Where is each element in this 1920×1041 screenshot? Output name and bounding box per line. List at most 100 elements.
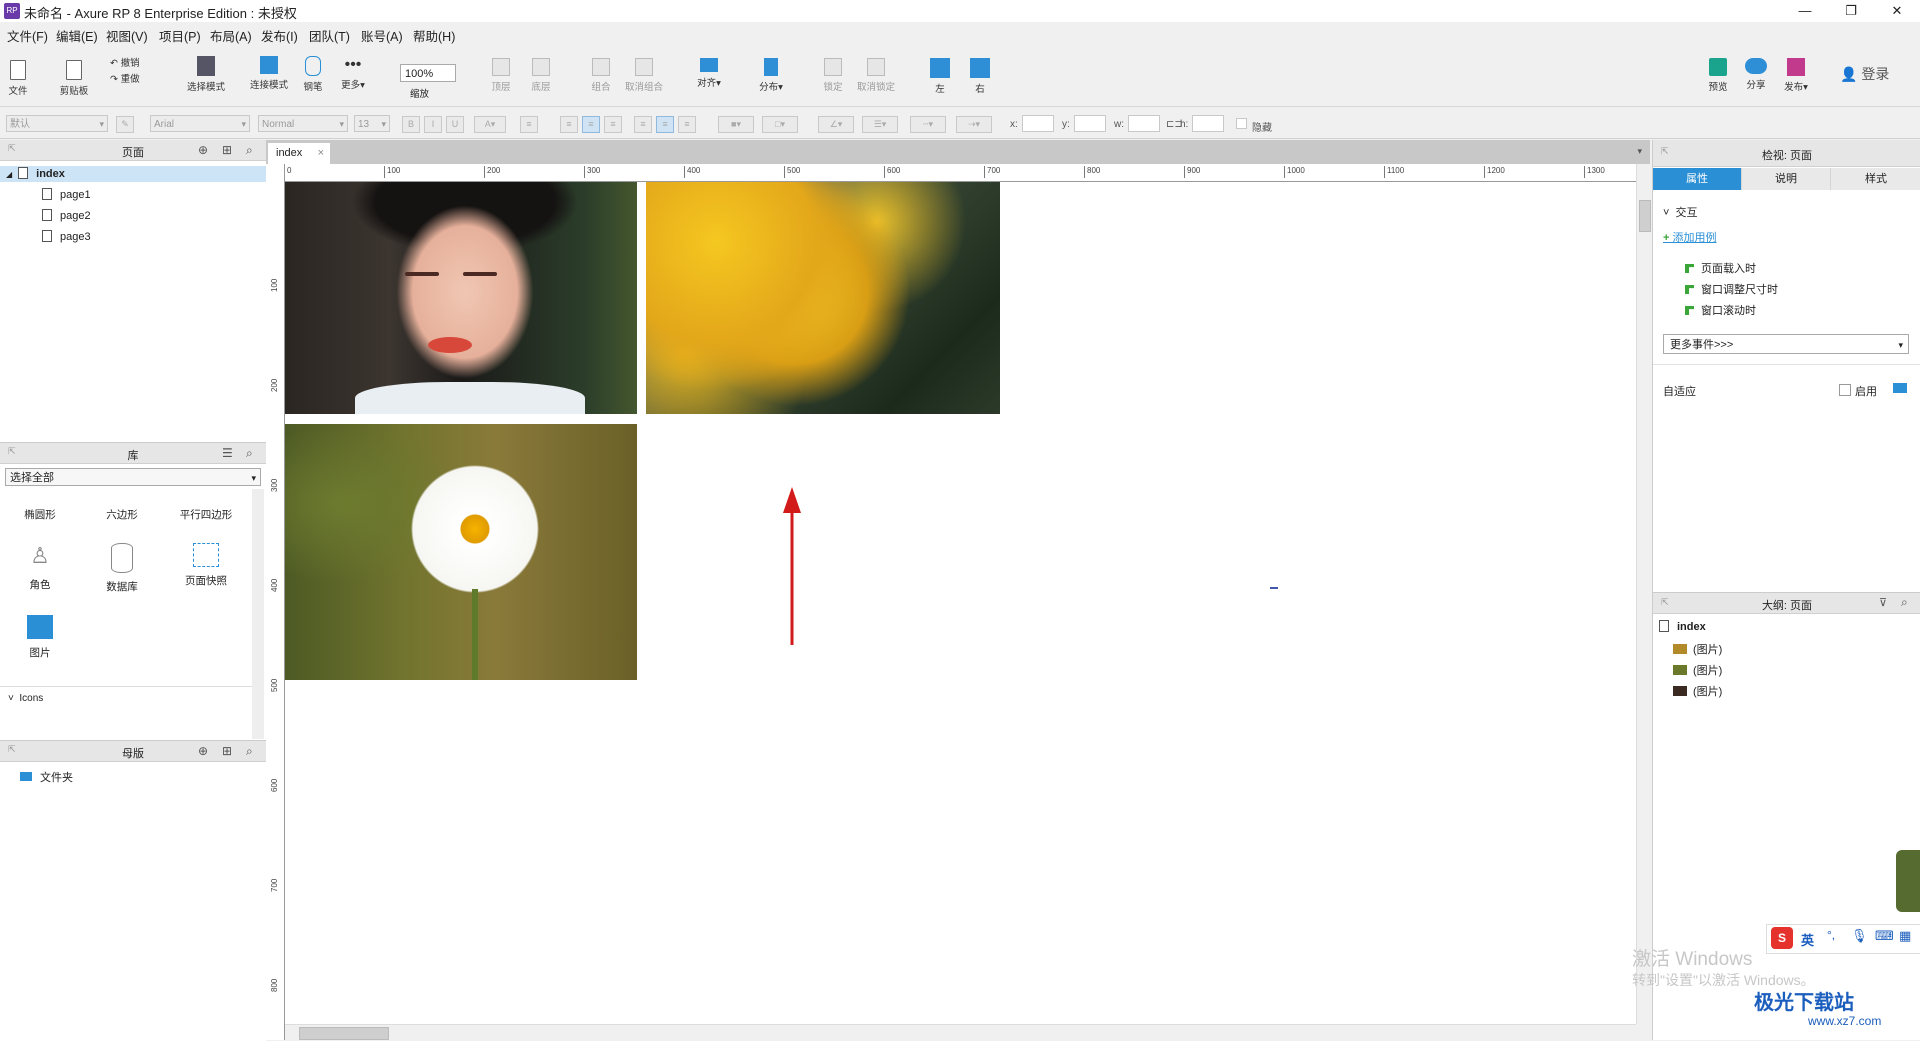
distribute-button[interactable]: 分布▾ [756,58,786,93]
scroll-thumb[interactable] [299,1027,389,1040]
menu-publish[interactable]: 发布(I) [261,26,298,45]
shadow-icon[interactable]: □▾ [762,116,798,133]
line-width-icon[interactable]: ☰▾ [862,116,898,133]
ime-toolbar[interactable]: S 英 °, 🎙 ⌨ ▦ [1766,924,1920,954]
page-tree-item[interactable]: page2 [42,209,91,222]
add-case-link[interactable]: + 添加用例 [1663,229,1716,245]
valign-bottom-icon[interactable]: ≡ [678,116,696,133]
more-button[interactable]: ••• 更多▾ [338,56,368,91]
tab-style[interactable]: 样式 [1831,168,1920,190]
library-select[interactable]: 选择全部 ▾ [5,468,261,486]
share-button[interactable]: 分享 [1742,58,1770,91]
search-icon[interactable]: ⌕ [246,744,253,759]
maximize-icon[interactable]: ❐ [1828,0,1874,22]
menu-help[interactable]: 帮助(H) [413,26,455,45]
scroll-thumb[interactable] [1639,200,1651,232]
undo-button[interactable]: ↶ 撤销 [110,55,150,69]
icons-section-header[interactable]: ˅ Icons [8,693,43,704]
style-select[interactable]: 默认 [6,115,108,133]
arrow-style-icon[interactable]: ⇢▾ [956,116,992,133]
line-style-icon[interactable]: ┄▾ [910,116,946,133]
library-item-snapshot[interactable]: 页面快照 [164,543,248,588]
align-right-icon[interactable]: ≡ [604,116,622,133]
ginkgo-image[interactable] [646,182,1000,414]
enable-checkbox[interactable] [1839,384,1851,396]
valign-top-icon[interactable]: ≡ [634,116,652,133]
h-input[interactable] [1192,115,1224,132]
menu-account[interactable]: 账号(A) [361,26,403,45]
lock-button[interactable]: 锁定 [818,58,848,93]
outline-item[interactable]: (图片) [1673,641,1722,657]
daisy-image[interactable] [285,424,637,680]
library-scrollbar[interactable] [252,489,264,739]
redo-button[interactable]: ↷ 重做 [110,71,150,85]
font-weight-select[interactable]: Normal [258,115,348,133]
align-button[interactable]: 对齐▾ [694,58,724,89]
ungroup-button[interactable]: 取消组合 [622,58,666,93]
ime-language[interactable]: 英 [1801,930,1814,949]
master-folder[interactable]: 文件夹 [20,769,73,785]
add-page-icon[interactable]: ⊕ [198,143,208,157]
event-window-resize[interactable]: 窗口调整尺寸时 [1685,281,1778,297]
add-folder-icon[interactable]: ⊞ [222,143,232,157]
menu-team[interactable]: 团队(T) [309,26,350,45]
interaction-section[interactable]: ˅ 交互 [1663,204,1698,220]
library-item-ellipse[interactable]: 椭圆形 [0,507,80,522]
page-tree-root[interactable]: ◢ index [0,166,266,182]
unlock-button[interactable]: 取消锁定 [854,58,898,93]
canvas-horizontal-scrollbar[interactable] [285,1024,1636,1041]
filter-icon[interactable]: ⊽ [1879,596,1887,609]
font-color-icon[interactable]: A▾ [474,116,506,133]
hidden-checkbox[interactable] [1236,118,1247,129]
line-color-icon[interactable]: ∠▾ [818,116,854,133]
bullet-list-icon[interactable]: ≡ [520,116,538,133]
punctuation-icon[interactable]: °, [1827,928,1835,942]
menu-view[interactable]: 视图(V) [106,26,148,45]
zoom-select[interactable]: 100% [400,64,456,82]
menu-project[interactable]: 项目(P) [159,26,201,45]
clipboard-button[interactable]: 剪贴板 [56,60,92,97]
expand-icon[interactable]: ◢ [6,170,12,179]
w-input[interactable] [1128,115,1160,132]
outline-item[interactable]: (图片) [1673,662,1722,678]
library-item-image[interactable]: 图片 [0,615,80,660]
bold-icon[interactable]: B [402,116,420,133]
event-window-scroll[interactable]: 窗口滚动时 [1685,302,1756,318]
italic-icon[interactable]: I [424,116,442,133]
menu-edit[interactable]: 编辑(E) [56,26,98,45]
more-events-select[interactable]: 更多事件>>> ▾ [1663,334,1909,354]
close-tab-icon[interactable]: × [318,143,324,164]
microphone-icon[interactable]: 🎙 [1851,928,1868,944]
pen-button[interactable]: 钢笔 [300,56,326,93]
library-item-hexagon[interactable]: 六边形 [82,507,162,522]
menu-layout[interactable]: 布局(A) [210,26,252,45]
underline-icon[interactable]: U [446,116,464,133]
page-tree-item[interactable]: page3 [42,230,91,243]
style-edit-icon[interactable]: ✎ [116,116,134,133]
align-center-icon[interactable]: ≡ [582,116,600,133]
file-button[interactable]: 文件 [6,60,30,97]
send-to-bottom-button[interactable]: 底层 [526,58,556,93]
select-mode-button[interactable]: 选择模式 [178,56,234,93]
minimize-icon[interactable]: — [1782,0,1828,22]
tab-index[interactable]: index × [268,143,330,164]
font-select[interactable]: Arial [150,115,250,133]
close-icon[interactable]: ✕ [1874,0,1920,22]
connect-mode-button[interactable]: 连接模式 [248,56,290,91]
side-widget[interactable] [1896,850,1920,912]
font-size-select[interactable]: 13 [354,115,390,133]
library-item-actor[interactable]: ♙ 角色 [0,543,80,592]
x-input[interactable] [1022,115,1054,132]
login-button[interactable]: 👤 登录 [1840,64,1889,84]
left-pane-button[interactable]: 左 [928,58,952,95]
preview-button[interactable]: 预览 [1704,58,1732,93]
tab-properties[interactable]: 属性 [1653,168,1742,190]
page-tree-item[interactable]: page1 [42,188,91,201]
search-icon[interactable]: ⌕ [246,446,253,461]
tab-list-icon[interactable]: ▾ [1637,146,1642,157]
publish-button[interactable]: 发布▾ [1780,58,1812,93]
keyboard-icon[interactable]: ⌨ [1875,928,1894,944]
library-item-parallelogram[interactable]: 平行四边形 [164,507,248,522]
align-left-icon[interactable]: ≡ [560,116,578,133]
add-folder-icon[interactable]: ⊞ [222,744,232,758]
